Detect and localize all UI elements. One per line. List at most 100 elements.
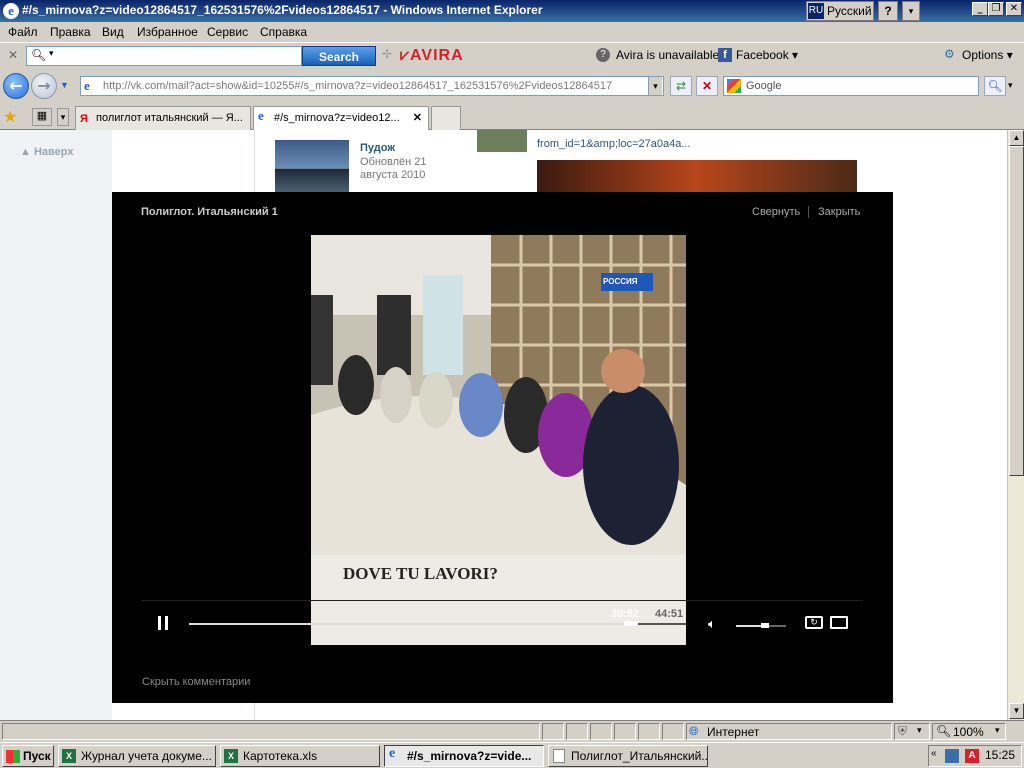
scroll-thumb[interactable] (1009, 146, 1024, 476)
video-overlay: Полиглот. Итальянский 1 Свернуть Закрыть (112, 192, 893, 703)
avira-search-input[interactable]: 🔍︎ ▾ (26, 46, 302, 66)
status-cell (662, 723, 684, 740)
minimize-window-button[interactable]: _ (972, 2, 988, 16)
taskbar-item-journal[interactable]: X Журнал учета докуме... (58, 745, 216, 767)
link-divider (808, 206, 809, 218)
toolbar-grip-icon: ✢ (382, 47, 393, 61)
tab-vk-video[interactable]: e #/s_mirnova?z=video12... ✕ (253, 106, 429, 130)
search-icon[interactable]: 🔍︎ (984, 76, 1006, 96)
search-dropdown-icon[interactable]: ▾ (49, 48, 54, 59)
back-to-top-link[interactable]: ▲ Наверх (20, 146, 73, 158)
start-button[interactable]: Пуск (2, 745, 54, 767)
favorites-star-icon[interactable]: ★ (3, 107, 17, 127)
tray-expand-icon[interactable]: « (931, 748, 937, 759)
volume-track[interactable] (736, 623, 786, 628)
status-cell (590, 723, 612, 740)
pause-icon[interactable] (156, 614, 170, 630)
search-options-icon[interactable]: ▾ (1008, 80, 1013, 91)
menu-tools[interactable]: Сервис (207, 25, 248, 39)
maximize-window-button[interactable]: ❐ (988, 2, 1004, 16)
volume-handle[interactable] (761, 623, 769, 628)
scroll-up-icon[interactable]: ▲ (1009, 130, 1024, 146)
group-thumbnail[interactable] (275, 140, 349, 192)
zoom-level[interactable]: 🔍︎ 100% ▾ (932, 723, 1006, 740)
tab-bar: ★ ▦ ▾ Я полиглот итальянский — Я... e #/… (0, 104, 1024, 130)
minimize-video-link[interactable]: Свернуть (752, 206, 800, 218)
url-input[interactable]: e http://vk.com/mail?act=show&id=10255#/… (80, 76, 664, 96)
video-title: Полиглот. Итальянский 1 (141, 206, 278, 218)
close-window-button[interactable]: ✕ (1006, 2, 1022, 16)
help-button[interactable]: ? (878, 1, 898, 21)
tab-label: полиглот итальянский — Я... (96, 112, 243, 124)
page-icon: e (84, 78, 90, 93)
taskbar-item-polyglot[interactable]: Полиглот_Итальянский... (548, 745, 708, 767)
menu-view[interactable]: Вид (102, 25, 124, 39)
url-dropdown-icon[interactable]: ▾ (648, 77, 662, 95)
close-tab-icon[interactable]: ✕ (413, 107, 422, 129)
fullscreen-icon[interactable] (830, 616, 848, 629)
post-image[interactable] (537, 160, 857, 192)
protected-mode[interactable]: ⛨ ▾ (894, 723, 930, 740)
avira-tray-icon[interactable]: A (965, 749, 979, 763)
tab-yandex[interactable]: Я полиглот итальянский — Я... (75, 106, 251, 130)
back-to-top-column[interactable]: ▲ Наверх (0, 130, 112, 720)
zoom-value: 100% (953, 725, 984, 739)
options-label: Options (962, 48, 1004, 62)
loop-icon[interactable]: ↻ (805, 616, 823, 629)
avira-status[interactable]: Avira is unavailable (616, 48, 719, 62)
video-frame[interactable]: РОССИЯ DOVE TU LAVORI? (311, 235, 686, 645)
network-icon[interactable] (945, 749, 959, 763)
group-name-link[interactable]: Пудож (360, 142, 395, 154)
hide-comments-link[interactable]: Скрыть комментарии (142, 676, 250, 688)
excel-icon: X (224, 749, 238, 763)
langbar-options-icon[interactable]: ▾ (902, 1, 920, 21)
back-button[interactable]: ← (3, 73, 29, 99)
shield-icon: ⛨ (898, 724, 908, 738)
new-tab-button[interactable] (431, 106, 461, 130)
progress-handle[interactable] (624, 621, 639, 626)
close-video-link[interactable]: Закрыть (818, 206, 860, 218)
zoom-icon: 🔍︎ (936, 724, 952, 738)
scroll-down-icon[interactable]: ▼ (1009, 703, 1024, 719)
video-caption: DOVE TU LAVORI? (343, 564, 498, 583)
taskbar-item-ie[interactable]: e #/s_mirnova?z=vide... (384, 745, 544, 767)
globe-icon: 🌐︎ (689, 724, 699, 738)
facebook-label: Facebook (736, 48, 789, 62)
menu-favorites[interactable]: Избранное (137, 25, 198, 39)
task-label: Полиглот_Итальянский... (571, 749, 708, 763)
channel-logo: РОССИЯ (603, 277, 638, 286)
refresh-icon[interactable]: ⇄ (670, 76, 692, 96)
stop-icon[interactable]: ✕ (696, 76, 718, 96)
menu-edit[interactable]: Правка (50, 25, 91, 39)
language-bar[interactable]: RU Русский (806, 1, 874, 21)
security-zone[interactable]: 🌐︎ Интернет (686, 723, 892, 740)
page-scrollbar[interactable]: ▲ ▼ (1007, 130, 1024, 720)
options-menu[interactable]: Options ▾ (962, 48, 1013, 62)
quick-tabs-icon[interactable]: ▦ (32, 108, 52, 126)
progress-fill (189, 623, 632, 625)
tab-label: #/s_mirnova?z=video12... (274, 112, 400, 124)
menu-file[interactable]: Файл (8, 25, 38, 39)
avira-search-button[interactable]: Search (302, 46, 376, 66)
close-toolbar-icon[interactable]: ✕ (8, 48, 18, 62)
window-titlebar[interactable]: e #/s_mirnova?z=video12864517_162531576%… (0, 0, 1024, 22)
system-tray: « A 15:25 (928, 745, 1022, 767)
url-text: http://vk.com/mail?act=show&id=10255#/s_… (103, 80, 613, 92)
menu-help[interactable]: Справка (260, 25, 307, 39)
excel-icon: X (62, 749, 76, 763)
status-cell (542, 723, 564, 740)
progress-track[interactable] (189, 621, 686, 626)
avira-logo: ⩗AVIRA (400, 47, 464, 65)
taskbar-item-cardfile[interactable]: X Картотека.xls (220, 745, 380, 767)
history-dropdown-icon[interactable]: ▼ (60, 80, 69, 90)
document-icon (553, 749, 565, 763)
address-toolbar: ← → ▼ e http://vk.com/mail?act=show&id=1… (0, 68, 1024, 104)
volume-icon[interactable]: 🔈︎ (708, 616, 716, 632)
status-message (2, 723, 540, 740)
post-link[interactable]: from_id=1&amp;loc=27a0a4a... (537, 138, 691, 150)
forward-button[interactable]: → (31, 73, 57, 99)
tab-list-icon[interactable]: ▾ (57, 108, 69, 126)
post-avatar[interactable] (477, 130, 527, 152)
facebook-menu[interactable]: Facebook ▾ (736, 48, 798, 62)
google-search-input[interactable]: Google (723, 76, 979, 96)
